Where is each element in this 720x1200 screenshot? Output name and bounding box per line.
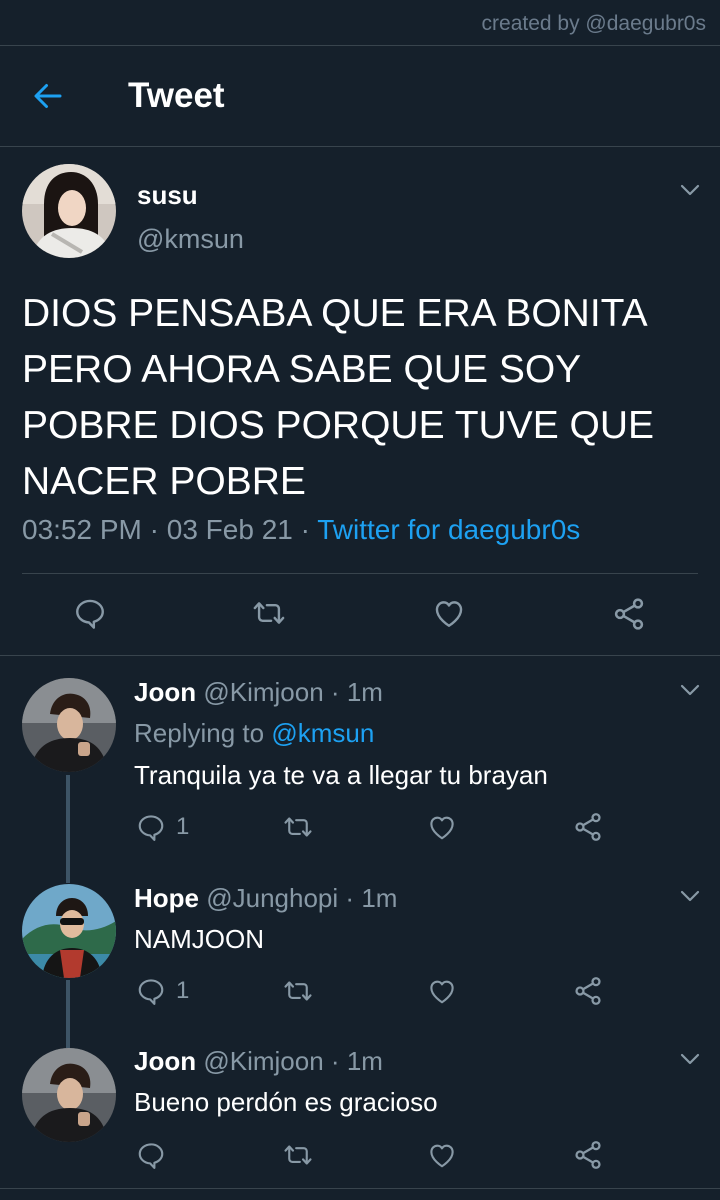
reply-header: Hope @Junghopi · 1m <box>134 883 397 914</box>
chevron-down-icon[interactable] <box>678 888 702 904</box>
replying-to: Replying to @kmsun <box>134 718 374 749</box>
reply-text: Tranquila ya te va a llegar tu brayan <box>134 760 548 790</box>
divider <box>0 1188 720 1189</box>
author-handle[interactable]: @Kimjoon <box>203 1046 323 1076</box>
divider <box>22 573 698 574</box>
page-title: Tweet <box>128 76 225 115</box>
reply-time: 1m <box>361 883 398 913</box>
mention-link[interactable]: @kmsun <box>271 718 374 748</box>
tweet-text: DIOS PENSABA QUE ERA BONITA PERO AHORA S… <box>22 292 655 503</box>
like-button[interactable] <box>427 976 457 1006</box>
tweet-date: 03 Feb 21 <box>166 514 293 545</box>
reply-count: 1 <box>176 813 190 840</box>
reply-header: Joon @Kimjoon · 1m <box>134 677 383 708</box>
retweet-button[interactable] <box>282 976 314 1006</box>
meta-separator: · <box>330 1046 340 1076</box>
tweet-meta: 03:52 PM · 03 Feb 21 · Twitter for daegu… <box>22 514 580 546</box>
meta-separator: · <box>149 514 159 545</box>
thread-connector <box>66 775 70 883</box>
tweet-time: 03:52 PM <box>22 514 142 545</box>
avatar[interactable] <box>22 884 116 978</box>
retweet-icon <box>251 596 287 630</box>
author-handle[interactable]: @Kimjoon <box>203 677 323 707</box>
reply-button[interactable] <box>73 596 107 630</box>
reply-time: 1m <box>346 677 383 707</box>
credit-watermark: created by @daegubr0s <box>481 12 706 35</box>
reply-icon <box>73 596 107 630</box>
share-icon <box>572 811 604 843</box>
avatar[interactable] <box>22 1048 116 1142</box>
avatar[interactable] <box>22 164 116 258</box>
reply-button[interactable]: 1 <box>136 976 189 1006</box>
like-button[interactable] <box>432 596 466 630</box>
reply-icon <box>136 976 166 1006</box>
share-button[interactable] <box>572 811 604 843</box>
author-handle[interactable]: @Junghopi <box>206 883 338 913</box>
divider <box>0 655 720 656</box>
replying-label: Replying to <box>134 718 265 748</box>
share-button[interactable] <box>572 1139 604 1171</box>
reply-time: 1m <box>346 1046 383 1076</box>
divider <box>0 146 720 147</box>
reply-icon <box>136 812 166 842</box>
retweet-button[interactable] <box>251 596 287 630</box>
retweet-button[interactable] <box>282 1140 314 1170</box>
reply-text: NAMJOON <box>134 924 264 954</box>
reply-text: Bueno perdón es gracioso <box>134 1087 438 1117</box>
like-icon <box>427 1140 457 1170</box>
share-icon <box>611 596 647 632</box>
author-name[interactable]: susu <box>137 180 198 211</box>
chevron-down-icon[interactable] <box>678 682 702 698</box>
share-icon <box>572 1139 604 1171</box>
retweet-button[interactable] <box>282 812 314 842</box>
author-name[interactable]: Hope <box>134 883 199 913</box>
avatar[interactable] <box>22 678 116 772</box>
retweet-icon <box>282 1140 314 1170</box>
like-icon <box>427 976 457 1006</box>
chevron-down-icon[interactable] <box>678 1051 702 1067</box>
share-button[interactable] <box>611 596 647 632</box>
share-button[interactable] <box>572 975 604 1007</box>
meta-separator: · <box>345 883 355 913</box>
share-icon <box>572 975 604 1007</box>
chevron-down-icon[interactable] <box>678 182 702 198</box>
meta-separator: · <box>300 514 310 545</box>
retweet-icon <box>282 812 314 842</box>
reply-button[interactable]: 1 <box>136 812 189 842</box>
meta-separator: · <box>330 677 340 707</box>
author-name[interactable]: Joon <box>134 677 196 707</box>
retweet-icon <box>282 976 314 1006</box>
reply-header: Joon @Kimjoon · 1m <box>134 1046 383 1077</box>
reply-icon <box>136 1140 166 1170</box>
back-arrow-icon[interactable] <box>30 78 66 114</box>
reply-button[interactable] <box>136 1140 176 1170</box>
top-app-bar: Tweet <box>0 46 720 146</box>
author-name[interactable]: Joon <box>134 1046 196 1076</box>
tweet-source-link[interactable]: Twitter for daegubr0s <box>317 514 580 545</box>
like-button[interactable] <box>427 812 457 842</box>
like-icon <box>427 812 457 842</box>
like-button[interactable] <box>427 1140 457 1170</box>
like-icon <box>432 596 466 630</box>
author-handle[interactable]: @kmsun <box>137 224 244 255</box>
reply-count: 1 <box>176 977 190 1004</box>
thread-connector <box>66 980 70 1048</box>
